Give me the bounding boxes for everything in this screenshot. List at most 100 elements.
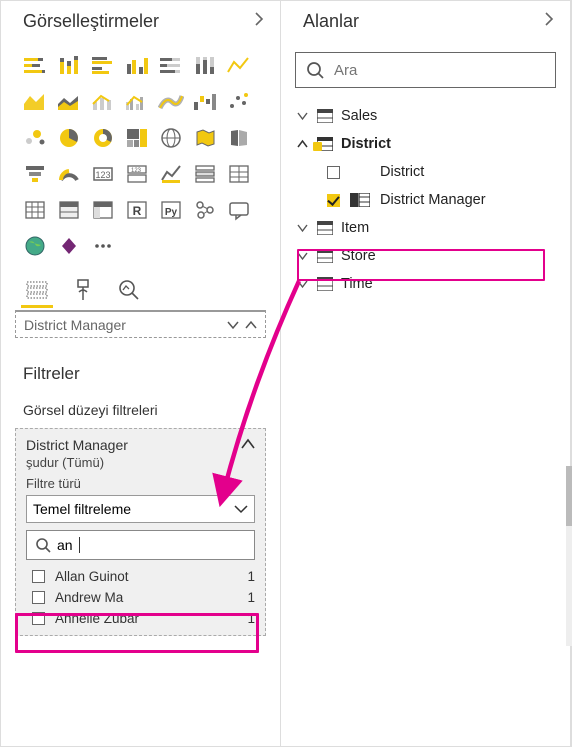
field-well-value: District Manager: [24, 317, 126, 333]
viz-more-icon[interactable]: [87, 230, 119, 262]
analytics-tab[interactable]: [115, 276, 143, 304]
viz-line-stacked-icon[interactable]: [87, 86, 119, 118]
viz-shape-map-icon[interactable]: [223, 122, 255, 154]
filter-collapse-icon[interactable]: [241, 437, 255, 453]
checkbox-icon[interactable]: [32, 591, 45, 604]
viz-panel-collapse-icon[interactable]: [254, 11, 264, 32]
checkbox-icon[interactable]: [32, 570, 45, 583]
viz-map-icon[interactable]: [155, 122, 187, 154]
fields-search-input[interactable]: [295, 52, 556, 88]
filter-search-field[interactable]: [86, 537, 246, 553]
chevron-up-icon[interactable]: [245, 320, 257, 330]
viz-pie-icon[interactable]: [53, 122, 85, 154]
chevron-down-icon[interactable]: [227, 320, 239, 330]
well-tabs: [1, 270, 280, 308]
viz-scatter2-icon[interactable]: [19, 122, 51, 154]
viz-slicer-icon[interactable]: [189, 158, 221, 190]
viz-line-icon[interactable]: [223, 50, 255, 82]
viz-r-icon[interactable]: R: [121, 194, 153, 226]
viz-donut-icon[interactable]: [87, 122, 119, 154]
viz-table-icon[interactable]: [223, 158, 255, 190]
chevron-down-icon[interactable]: [295, 111, 309, 121]
field-label: District: [380, 164, 424, 180]
fields-panel-collapse-icon[interactable]: [544, 11, 554, 32]
viz-line-clustered-icon[interactable]: [121, 86, 153, 118]
viz-stacked-column-icon[interactable]: [53, 50, 85, 82]
checkbox-checked-icon[interactable]: [327, 194, 340, 207]
viz-py-icon[interactable]: Py: [155, 194, 187, 226]
filter-card: District Manager şudur (Tümü) Filtre tür…: [15, 428, 266, 636]
field-well-chevrons[interactable]: [227, 320, 257, 330]
viz-globe-icon[interactable]: [19, 230, 51, 262]
filter-option-row[interactable]: Annelie Zubar 1: [26, 608, 255, 629]
viz-waterfall-icon[interactable]: [189, 86, 221, 118]
table-district[interactable]: District: [289, 130, 562, 158]
viz-treemap-icon[interactable]: [121, 122, 153, 154]
viz-card-icon[interactable]: 123: [87, 158, 119, 190]
field-label: District Manager: [380, 192, 486, 208]
viz-stacked-area-icon[interactable]: [53, 86, 85, 118]
viz-funnel-icon[interactable]: [19, 158, 51, 190]
viz-100-column-icon[interactable]: [189, 50, 221, 82]
viz-100-bar-icon[interactable]: [155, 50, 187, 82]
checkbox-icon[interactable]: [327, 166, 340, 179]
table-time[interactable]: Time: [289, 270, 562, 298]
table-label: Store: [341, 248, 376, 264]
chevron-down-icon[interactable]: [295, 251, 309, 261]
field-well[interactable]: District Manager: [15, 310, 266, 338]
viz-area-icon[interactable]: [19, 86, 51, 118]
table-item[interactable]: Item: [289, 214, 562, 242]
filter-option-count: 1: [247, 569, 255, 584]
viz-ribbon-icon[interactable]: [155, 86, 187, 118]
filter-options: Allan Guinot 1 Andrew Ma 1 Annelie Zubar…: [26, 566, 255, 629]
filter-summary: şudur (Tümü): [26, 455, 255, 470]
viz-matrix-icon[interactable]: [19, 194, 51, 226]
column-icon: [350, 193, 370, 207]
viz-key-influencers-icon[interactable]: [189, 194, 221, 226]
chevron-down-icon[interactable]: [295, 223, 309, 233]
viz-clustered-bar-icon[interactable]: [87, 50, 119, 82]
chevron-down-icon[interactable]: [295, 279, 309, 289]
scrollbar-thumb[interactable]: [566, 466, 572, 526]
chevron-up-icon[interactable]: [295, 139, 309, 149]
fields-panel-title: Alanlar: [303, 11, 359, 32]
table-store[interactable]: Store: [289, 242, 562, 270]
table-icon: [317, 249, 333, 263]
search-icon: [306, 61, 324, 79]
viz-qa-icon[interactable]: [223, 194, 255, 226]
fields-well-tab[interactable]: [23, 276, 51, 304]
filter-search-input[interactable]: an: [26, 530, 255, 560]
viz-stacked-bar-icon[interactable]: [19, 50, 51, 82]
field-district[interactable]: District: [323, 158, 562, 186]
viz-powerapps-icon[interactable]: [53, 230, 85, 262]
viz-multi-card-icon[interactable]: 123: [121, 158, 153, 190]
filter-type-value: Temel filtreleme: [33, 501, 131, 517]
svg-text:Py: Py: [165, 207, 178, 218]
filter-option-row[interactable]: Allan Guinot 1: [26, 566, 255, 587]
viz-kpi-icon[interactable]: [155, 158, 187, 190]
filter-type-select[interactable]: Temel filtreleme: [26, 495, 255, 523]
filter-search-text: an: [57, 537, 73, 553]
text-cursor: [79, 537, 80, 553]
checkbox-icon[interactable]: [32, 612, 45, 625]
viz-gauge-icon[interactable]: [53, 158, 85, 190]
filters-title: Filtreler: [1, 338, 280, 394]
scrollbar[interactable]: [566, 466, 572, 646]
fields-search-field[interactable]: [334, 62, 545, 79]
svg-text:123: 123: [131, 168, 142, 174]
viz-filled-map-icon[interactable]: [189, 122, 221, 154]
viz-clustered-column-icon[interactable]: [121, 50, 153, 82]
table-sales[interactable]: Sales: [289, 102, 562, 130]
viz-scatter-icon[interactable]: [223, 86, 255, 118]
filter-option-count: 1: [247, 611, 255, 626]
filters-level-label: Görsel düzeyi filtreleri: [1, 394, 280, 428]
table-icon: [317, 277, 333, 291]
viz-table2-icon[interactable]: [53, 194, 85, 226]
viz-panel-title: Görselleştirmeler: [23, 11, 159, 32]
search-icon: [35, 537, 51, 553]
filter-option-row[interactable]: Andrew Ma 1: [26, 587, 255, 608]
format-tab[interactable]: [69, 276, 97, 304]
table-label: Sales: [341, 108, 377, 124]
field-district-manager[interactable]: District Manager: [323, 186, 562, 214]
viz-matrix2-icon[interactable]: [87, 194, 119, 226]
